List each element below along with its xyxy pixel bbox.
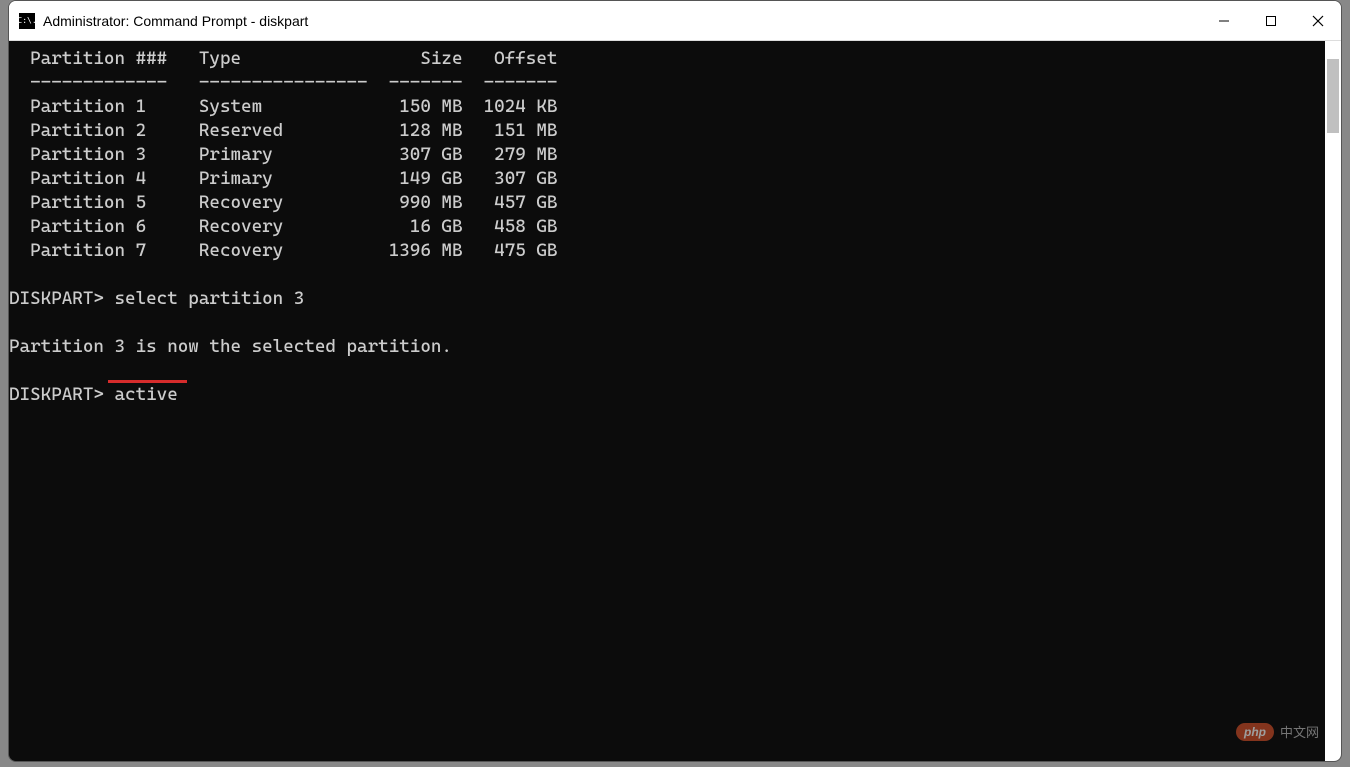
- console-output[interactable]: Partition ### Type Size Offset ---------…: [9, 41, 1325, 761]
- command-prompt-window: C:\. Administrator: Command Prompt - dis…: [8, 0, 1342, 762]
- console-area: Partition ### Type Size Offset ---------…: [9, 41, 1341, 761]
- watermark-text: 中文网: [1280, 722, 1319, 741]
- scrollbar-track[interactable]: [1325, 41, 1341, 761]
- maximize-button[interactable]: [1247, 1, 1294, 40]
- watermark-badge: php: [1236, 723, 1274, 741]
- close-button[interactable]: [1294, 1, 1341, 40]
- minimize-button[interactable]: [1200, 1, 1247, 40]
- window-title: Administrator: Command Prompt - diskpart: [43, 13, 1200, 29]
- cmd-icon: C:\.: [19, 13, 35, 29]
- watermark: php 中文网: [1236, 722, 1319, 741]
- annotation-underline: [108, 380, 187, 383]
- window-controls: [1200, 1, 1341, 40]
- titlebar[interactable]: C:\. Administrator: Command Prompt - dis…: [9, 1, 1341, 41]
- scrollbar-thumb[interactable]: [1327, 59, 1339, 133]
